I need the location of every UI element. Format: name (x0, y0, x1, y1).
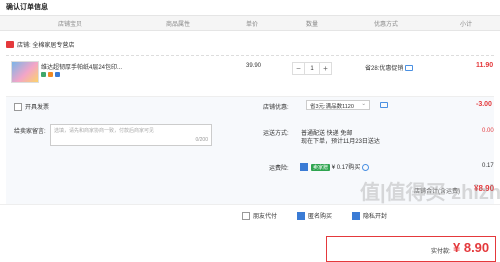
increase-button[interactable]: + (320, 63, 331, 74)
chat-icon[interactable] (405, 65, 414, 72)
item-badges (41, 72, 65, 78)
anonymous-option[interactable]: 匿名购买 (297, 211, 333, 221)
badge-icon (55, 72, 60, 77)
extra-checkbox[interactable] (352, 212, 360, 221)
message-counter: 0/200 (195, 137, 208, 143)
friend-pay-checkbox[interactable] (242, 212, 250, 221)
shop-discount-amount: -3.00 (476, 101, 492, 108)
item-row (6, 55, 494, 88)
message-label: 给卖家留言: (14, 129, 46, 135)
quantity-input[interactable]: 1 (304, 63, 320, 74)
friend-pay-label: 朋友代付 (253, 214, 278, 220)
extra-label: 隐私开封 (363, 214, 388, 220)
shipping-line2: 现在下单，预计11月23日送达 (301, 139, 380, 145)
chevron-down-icon: ⌄ (361, 101, 366, 107)
anonymous-label: 匿名购买 (308, 214, 333, 220)
pay-box: 实付款: ¥ 8.90 (326, 236, 496, 262)
item-promo-text: 省28:优惠促销 (365, 66, 404, 72)
decrease-button[interactable]: − (293, 63, 304, 74)
page-title: 确认订单信息 (6, 4, 48, 11)
header-shop-info: 店铺宝贝 (58, 22, 83, 28)
invoice-option[interactable]: 开具发票 (14, 102, 50, 112)
invoice-checkbox[interactable] (14, 103, 22, 112)
shipping-amount: 0.00 (482, 128, 494, 134)
shop-name[interactable]: 店铺: 全棉家居专营店 (17, 40, 74, 49)
shop-discount-label: 店铺优惠: (263, 105, 289, 111)
badge-icon (48, 72, 53, 77)
help-icon[interactable] (362, 163, 370, 171)
anonymous-checkbox[interactable] (297, 212, 305, 221)
shop-row: 店铺: 全棉家居专营店 (6, 40, 74, 49)
shop-icon (6, 41, 14, 48)
shipping-label: 运送方式: (263, 131, 289, 137)
extra-option[interactable]: 隐私开封 (352, 211, 388, 221)
header-attrs: 商品属性 (166, 22, 191, 28)
message-textarea[interactable]: 选填，请先和商家协商一致，付款后商家可见 0/200 (50, 124, 212, 146)
insurance-checkbox[interactable] (300, 163, 308, 172)
insurance-amount: 0.17 (482, 163, 494, 169)
badge-icon (41, 72, 46, 77)
shop-discount-select[interactable]: 省3元:满品数1120 ⌄ (306, 100, 370, 110)
invoice-label: 开具发票 (25, 105, 50, 111)
product-thumbnail[interactable] (11, 61, 39, 83)
insurance-tag: 卖家赠 (311, 164, 331, 171)
header-subtotal: 小计 (460, 22, 473, 28)
friend-pay-option[interactable]: 朋友代付 (242, 211, 278, 221)
chat-icon[interactable] (380, 102, 388, 108)
insurance-label: 运费险: (269, 166, 289, 172)
item-subtotal: 11.90 (476, 62, 494, 69)
shop-discount-value: 省3元:满品数1120 (310, 104, 354, 110)
item-name[interactable]: 维达超韧厚手帕纸4层24包印... (41, 62, 151, 71)
item-promo: 省28:优惠促销 (365, 63, 414, 72)
pay-amount: ¥ 8.90 (453, 240, 490, 255)
quantity-stepper: − 1 + (292, 62, 332, 75)
insurance-value: ¥ 0.17购买 (331, 165, 361, 171)
pay-label: 实付款: (431, 249, 451, 255)
item-unit-price: 39.90 (246, 63, 262, 69)
header-unit-price: 单价 (246, 22, 259, 28)
watermark: 值|值得买 zhizhizhi.com (360, 182, 500, 204)
order-table-header: 店铺宝贝 商品属性 单价 数量 优惠方式 小计 (0, 15, 500, 31)
header-discount: 优惠方式 (374, 22, 399, 28)
message-placeholder: 选填，请先和商家协商一致，付款后商家可见 (54, 128, 155, 134)
header-quantity: 数量 (306, 22, 319, 28)
insurance-option[interactable]: 卖家赠 ¥ 0.17购买 (300, 162, 370, 172)
